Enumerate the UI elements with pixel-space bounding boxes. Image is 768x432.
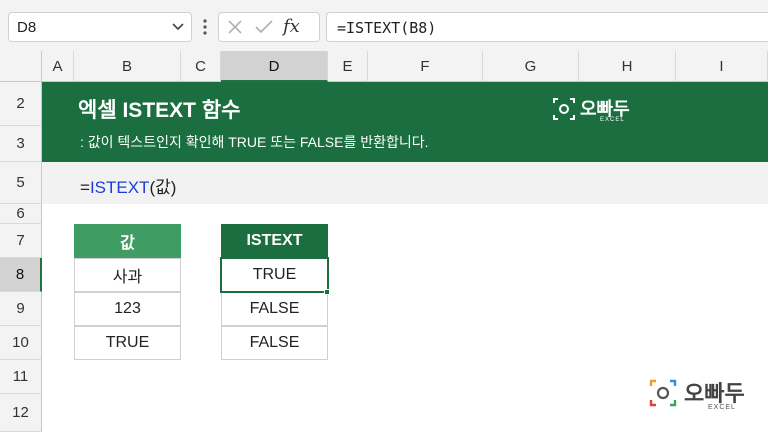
table-right-cell-3[interactable]: FALSE <box>221 326 328 360</box>
name-box[interactable]: D8 <box>8 12 192 42</box>
row-header-9[interactable]: 9 <box>0 292 42 326</box>
formula-text: =ISTEXT(B8) <box>337 19 437 37</box>
checkmark-icon[interactable] <box>255 19 273 35</box>
table-left-cell-2[interactable]: 123 <box>74 292 181 326</box>
function-icon[interactable]: fx <box>283 16 300 37</box>
active-cell-border <box>220 257 329 293</box>
watermark-logo: 오빠두 EXCEL <box>648 376 758 416</box>
formula-buttons: fx <box>218 12 320 42</box>
row-header-12[interactable]: 12 <box>0 394 42 432</box>
row-header-11[interactable]: 11 <box>0 360 42 394</box>
page-subtitle: : 값이 텍스트인지 확인해 TRUE 또는 FALSE를 반환합니다. <box>80 134 429 150</box>
name-box-value: D8 <box>17 19 37 36</box>
column-header-d[interactable]: D <box>221 51 328 82</box>
formula-input[interactable]: =ISTEXT(B8) <box>326 12 768 42</box>
column-header-c[interactable]: C <box>181 51 221 82</box>
fill-handle[interactable] <box>324 289 330 295</box>
watermark-logo-icon <box>649 379 677 407</box>
table-left-cell-3[interactable]: TRUE <box>74 326 181 360</box>
chevron-down-icon[interactable] <box>171 19 185 33</box>
row-header-7[interactable]: 7 <box>0 224 42 258</box>
column-header-f[interactable]: F <box>368 51 483 82</box>
column-header-e[interactable]: E <box>328 51 368 82</box>
table-right-header[interactable]: ISTEXT <box>221 224 328 258</box>
table-left-header[interactable]: 값 <box>74 224 181 258</box>
page-title: 엑셀 ISTEXT 함수 <box>78 99 241 122</box>
more-options-icon[interactable] <box>199 17 211 37</box>
banner-logo: 오빠두 EXCEL <box>552 95 642 125</box>
syntax-function: ISTEXT <box>89 178 150 197</box>
logo-sub: EXCEL <box>600 117 625 123</box>
logo-icon <box>553 98 575 120</box>
syntax-formula: =ISTEXT(값) <box>80 173 176 198</box>
syntax-args: (값) <box>149 178 177 197</box>
row-header-6[interactable]: 6 <box>0 204 42 224</box>
select-all-corner[interactable] <box>0 51 42 82</box>
column-header-i[interactable]: I <box>676 51 768 82</box>
column-header-h[interactable]: H <box>579 51 676 82</box>
column-header-b[interactable]: B <box>74 51 181 82</box>
syntax-prefix: = <box>80 178 90 197</box>
x-icon[interactable] <box>227 19 243 35</box>
row-header-8[interactable]: 8 <box>0 258 42 292</box>
column-header-g[interactable]: G <box>483 51 579 82</box>
row-header-2[interactable]: 2 <box>0 82 42 126</box>
table-left-cell-1[interactable]: 사과 <box>74 258 181 292</box>
row-header-5[interactable]: 5 <box>0 162 42 204</box>
table-right-cell-2[interactable]: FALSE <box>221 292 328 326</box>
watermark-sub: EXCEL <box>708 404 736 411</box>
row-header-3[interactable]: 3 <box>0 126 42 162</box>
column-header-a[interactable]: A <box>42 51 74 82</box>
row-header-10[interactable]: 10 <box>0 326 42 360</box>
